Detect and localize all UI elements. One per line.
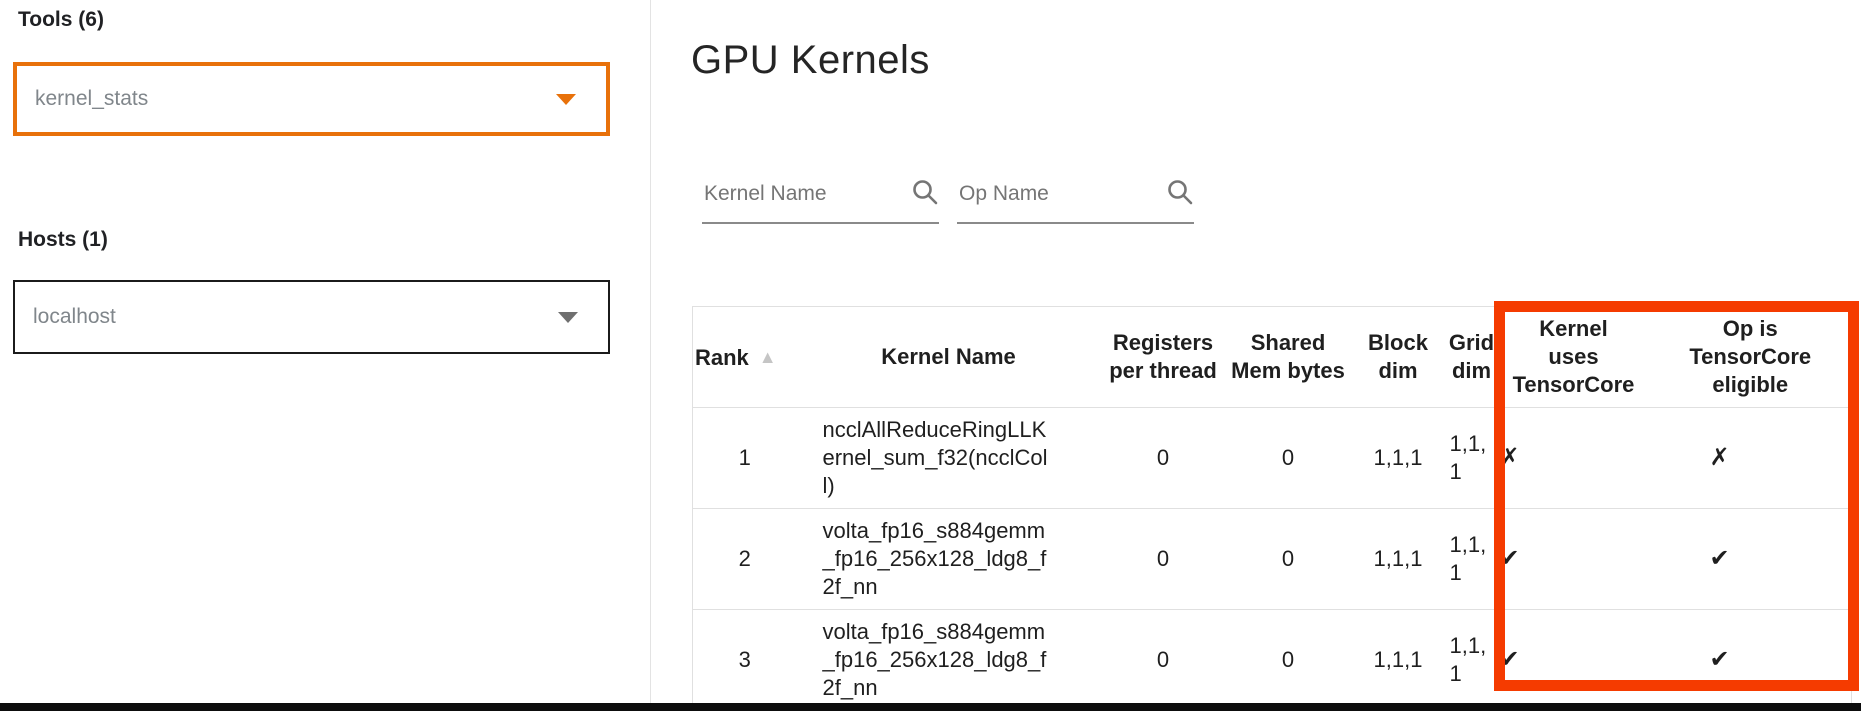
hosts-select[interactable]: localhost — [13, 280, 610, 354]
column-header-kernel-name[interactable]: Kernel Name — [797, 307, 1101, 408]
registers-per-thread-cell: 0 — [1101, 610, 1226, 711]
sidebar: Tools (6) kernel_stats Hosts (1) localho… — [0, 0, 651, 703]
kernel-name-cell: ncclAllReduceRingLLKernel_sum_f32(ncclCo… — [797, 408, 1101, 509]
table-row[interactable]: 3 volta_fp16_s884gemm_fp16_256x128_ldg8_… — [693, 610, 1852, 711]
rank-cell: 1 — [693, 408, 797, 509]
shared-mem-bytes-cell: 0 — [1226, 509, 1351, 610]
grid-dim-cell: 1,1,1 — [1446, 408, 1498, 509]
column-header-grid-dim[interactable]: Grid dim — [1446, 307, 1498, 408]
tools-select[interactable]: kernel_stats — [13, 62, 610, 136]
kernel-name-cell: volta_fp16_s884gemm_fp16_256x128_ldg8_f2… — [797, 509, 1101, 610]
kernel-uses-tensorcore-cell: ✗ — [1498, 408, 1650, 509]
column-header-shared-mem-bytes[interactable]: Shared Mem bytes — [1226, 307, 1351, 408]
op-name-search-input[interactable] — [957, 168, 1157, 216]
table-row[interactable]: 2 volta_fp16_s884gemm_fp16_256x128_ldg8_… — [693, 509, 1852, 610]
chevron-down-icon — [558, 312, 578, 323]
sort-ascending-icon: ▲ — [759, 347, 777, 367]
kernel-name-search-field[interactable] — [702, 168, 939, 224]
op-is-tensorcore-eligible-cell: ✔ — [1650, 509, 1852, 610]
search-icon — [1166, 178, 1194, 206]
kernel-name-cell: volta_fp16_s884gemm_fp16_256x128_ldg8_f2… — [797, 610, 1101, 711]
table-header-row: Rank▲ Kernel Name Registers per thread S… — [693, 307, 1852, 408]
column-header-rank[interactable]: Rank▲ — [693, 307, 797, 408]
hosts-select-value: localhost — [33, 305, 116, 329]
column-header-op-is-tensorcore-eligible[interactable]: Op is TensorCore eligible — [1650, 307, 1852, 408]
op-name-search-field[interactable] — [957, 168, 1194, 224]
grid-dim-cell: 1,1,1 — [1446, 610, 1498, 711]
kernel-uses-tensorcore-cell: ✔ — [1498, 509, 1650, 610]
op-is-tensorcore-eligible-cell: ✗ — [1650, 408, 1852, 509]
table-row[interactable]: 1 ncclAllReduceRingLLKernel_sum_f32(nccl… — [693, 408, 1852, 509]
block-dim-cell: 1,1,1 — [1351, 610, 1446, 711]
gpu-kernels-table: Rank▲ Kernel Name Registers per thread S… — [692, 306, 1852, 711]
registers-per-thread-cell: 0 — [1101, 509, 1226, 610]
rank-cell: 2 — [693, 509, 797, 610]
search-icon — [911, 178, 939, 206]
column-header-kernel-uses-tensorcore[interactable]: Kernel uses TensorCore — [1498, 307, 1650, 408]
column-header-block-dim[interactable]: Block dim — [1351, 307, 1446, 408]
kernel-name-search-input[interactable] — [702, 168, 902, 216]
rank-cell: 3 — [693, 610, 797, 711]
kernel-uses-tensorcore-cell: ✔ — [1498, 610, 1650, 711]
page-title: GPU Kernels — [691, 38, 930, 83]
shared-mem-bytes-cell: 0 — [1226, 408, 1351, 509]
block-dim-cell: 1,1,1 — [1351, 509, 1446, 610]
column-header-registers-per-thread[interactable]: Registers per thread — [1101, 307, 1226, 408]
registers-per-thread-cell: 0 — [1101, 408, 1226, 509]
chevron-down-icon — [556, 94, 576, 105]
tools-label: Tools (6) — [18, 8, 104, 32]
grid-dim-cell: 1,1,1 — [1446, 509, 1498, 610]
shared-mem-bytes-cell: 0 — [1226, 610, 1351, 711]
window-bottom-edge — [0, 703, 1861, 711]
tools-select-value: kernel_stats — [35, 87, 148, 111]
op-is-tensorcore-eligible-cell: ✔ — [1650, 610, 1852, 711]
block-dim-cell: 1,1,1 — [1351, 408, 1446, 509]
hosts-label: Hosts (1) — [18, 228, 108, 252]
